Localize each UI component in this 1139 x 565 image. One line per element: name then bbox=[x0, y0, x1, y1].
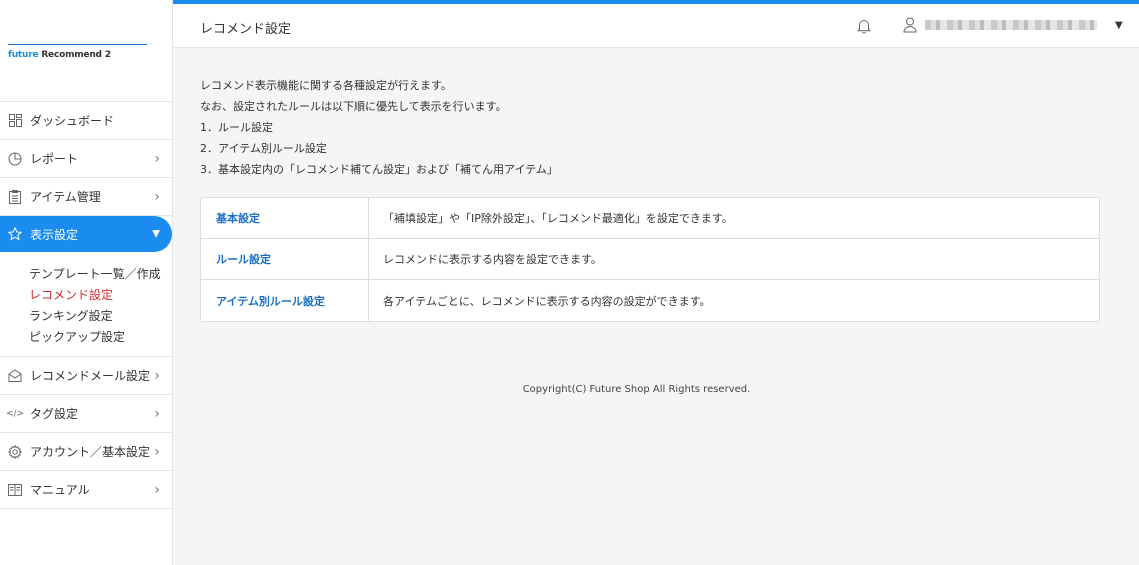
logo-underline bbox=[8, 44, 147, 45]
rule-settings-link[interactable]: ルール設定 bbox=[201, 239, 369, 279]
sidebar-item-label: タグ設定 bbox=[30, 407, 79, 421]
main-content: レコメンド表示機能に関する各種設定が行えます。 なお、設定されたルールは以下順に… bbox=[173, 48, 1139, 565]
chevron-right-icon: › bbox=[154, 188, 160, 205]
sidebar-item-label: 表示設定 bbox=[30, 227, 79, 242]
basic-settings-link[interactable]: 基本設定 bbox=[201, 198, 369, 238]
sidebar-item-label: マニュアル bbox=[30, 483, 90, 497]
sidebar-item-label: レポート bbox=[30, 152, 79, 166]
logo-brand: future bbox=[8, 50, 39, 60]
sidebar-item-item-management[interactable]: アイテム管理 › bbox=[0, 178, 172, 216]
chevron-right-icon: › bbox=[154, 367, 160, 384]
chevron-right-icon: › bbox=[154, 405, 160, 422]
row-description: レコメンドに表示する内容を設定できます。 bbox=[383, 253, 602, 266]
row-description: 各アイテムごとに、レコメンドに表示する内容の設定ができます。 bbox=[383, 294, 711, 308]
sidebar-item-manual[interactable]: マニュアル › bbox=[0, 471, 172, 509]
description-line: 1．ルール設定 bbox=[200, 121, 273, 134]
submenu-item-pickup-settings[interactable]: ピックアップ設定 bbox=[0, 327, 172, 348]
description-line: 2．アイテム別ルール設定 bbox=[200, 142, 327, 155]
user-name-redacted bbox=[925, 20, 1097, 30]
sidebar-item-tag-settings[interactable]: </> タグ設定 › bbox=[0, 395, 172, 433]
top-bar: レコメンド設定 ▼ bbox=[173, 0, 1139, 48]
table-row: ルール設定 レコメンドに表示する内容を設定できます。 bbox=[201, 239, 1099, 280]
sidebar-item-label: アカウント／基本設定 bbox=[30, 445, 151, 459]
caret-down-icon[interactable]: ▼ bbox=[1115, 20, 1123, 31]
bell-icon[interactable] bbox=[856, 18, 872, 34]
sidebar-item-report[interactable]: レポート › bbox=[0, 140, 172, 178]
book-icon bbox=[8, 483, 22, 497]
chevron-down-icon: ▼ bbox=[152, 228, 160, 240]
user-icon bbox=[903, 17, 917, 33]
sidebar-item-dashboard[interactable]: ダッシュボード bbox=[0, 102, 172, 140]
sidebar-item-account[interactable]: アカウント／基本設定 › bbox=[0, 433, 172, 471]
pie-chart-icon bbox=[8, 152, 22, 166]
mail-icon bbox=[8, 369, 22, 383]
star-icon bbox=[8, 227, 22, 241]
sidebar-item-display-settings[interactable]: 表示設定 ▼ bbox=[0, 216, 172, 252]
submenu-item-recommend-settings[interactable]: レコメンド設定 bbox=[0, 285, 172, 306]
sidebar: future Recommend 2 ダッシュボード レポート › アイテム管理… bbox=[0, 0, 173, 565]
table-row: アイテム別ルール設定 各アイテムごとに、レコメンドに表示する内容の設定ができます… bbox=[201, 280, 1099, 321]
page-title: レコメンド設定 bbox=[200, 22, 292, 37]
chevron-right-icon: › bbox=[154, 481, 160, 498]
settings-table: 基本設定 「補填設定」や「IP除外設定」、「レコメンド最適化」を設定できます。 … bbox=[200, 197, 1100, 322]
user-menu[interactable]: ▼ bbox=[903, 17, 1123, 33]
description-line: 3．基本設定内の「レコメンド補てん設定」および「補てん用アイテム」 bbox=[200, 163, 558, 176]
submenu-item-ranking-settings[interactable]: ランキング設定 bbox=[0, 306, 172, 327]
dashboard-icon bbox=[8, 114, 22, 128]
sidebar-item-label: レコメンドメール設定 bbox=[30, 369, 151, 383]
sidebar-item-recommend-mail[interactable]: レコメンドメール設定 › bbox=[0, 357, 172, 395]
logo[interactable]: future Recommend 2 bbox=[8, 50, 111, 60]
logo-area: future Recommend 2 bbox=[0, 0, 172, 102]
copyright: Copyright(C) Future Shop All Rights rese… bbox=[522, 384, 751, 395]
description: レコメンド表示機能に関する各種設定が行えます。 なお、設定されたルールは以下順に… bbox=[200, 75, 558, 180]
display-settings-submenu: テンプレート一覧／作成 レコメンド設定 ランキング設定 ピックアップ設定 bbox=[0, 252, 172, 357]
chevron-right-icon: › bbox=[154, 150, 160, 167]
description-line: レコメンド表示機能に関する各種設定が行えます。 bbox=[200, 79, 452, 92]
logo-product: Recommend 2 bbox=[41, 50, 111, 60]
sidebar-item-label: ダッシュボード bbox=[30, 114, 115, 128]
row-description: 「補填設定」や「IP除外設定」、「レコメンド最適化」を設定できます。 bbox=[383, 212, 733, 225]
gear-icon bbox=[8, 444, 22, 459]
code-icon: </> bbox=[5, 408, 25, 419]
item-rule-settings-link[interactable]: アイテム別ルール設定 bbox=[201, 280, 369, 321]
chevron-right-icon: › bbox=[154, 443, 160, 460]
sidebar-item-label: アイテム管理 bbox=[30, 190, 101, 204]
clipboard-icon bbox=[8, 189, 22, 204]
submenu-item-templates[interactable]: テンプレート一覧／作成 bbox=[0, 264, 172, 285]
description-line: なお、設定されたルールは以下順に優先して表示を行います。 bbox=[200, 100, 507, 113]
table-row: 基本設定 「補填設定」や「IP除外設定」、「レコメンド最適化」を設定できます。 bbox=[201, 198, 1099, 239]
